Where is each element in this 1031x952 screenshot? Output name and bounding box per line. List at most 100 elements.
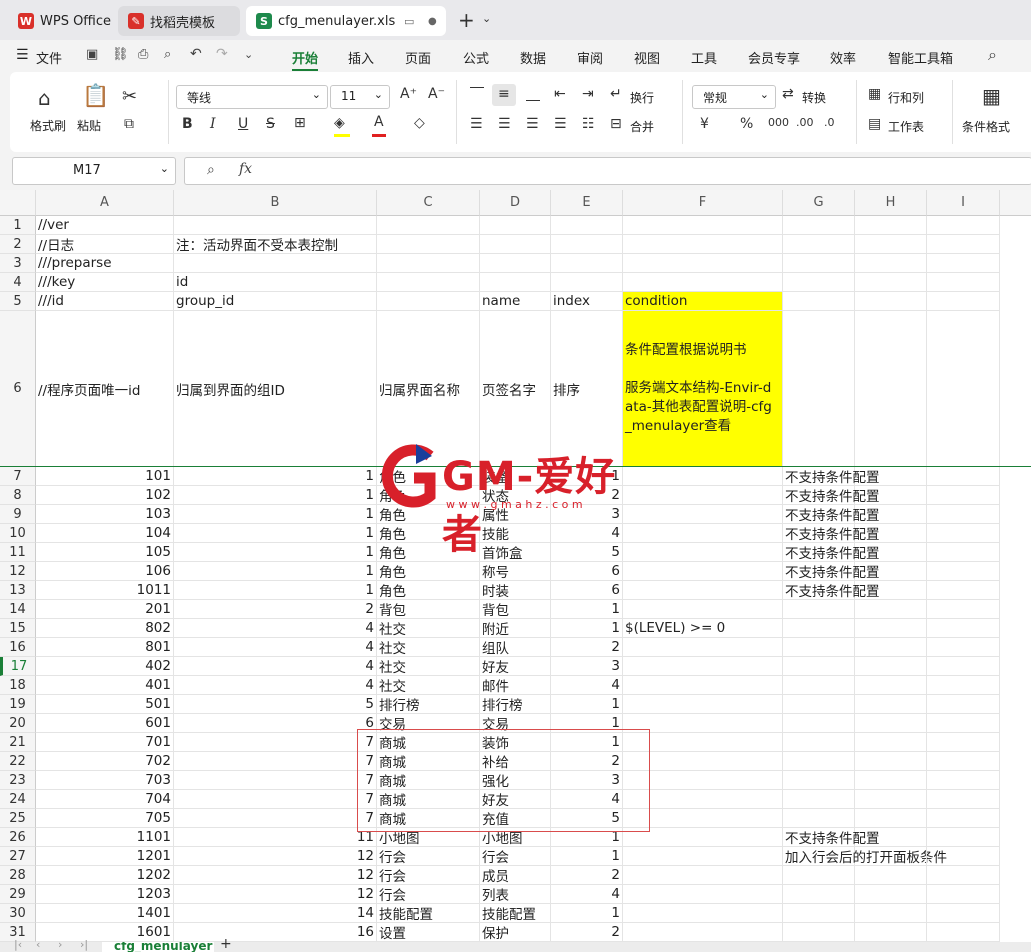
cell-D15[interactable]: 附近 [480, 619, 551, 638]
cell-B13[interactable]: 1 [174, 581, 377, 600]
cell-B15[interactable]: 4 [174, 619, 377, 638]
spreadsheet-grid[interactable]: ABCDEFGHI 1//ver 2//日志 注：活动界面不受本表控制 3///pre… [0, 190, 1031, 942]
cell-C12[interactable]: 角色 [377, 562, 480, 581]
cell-B3[interactable] [174, 254, 377, 273]
cell-A22[interactable]: 702 [36, 752, 174, 771]
increase-decimal-icon[interactable]: .00 [796, 116, 814, 129]
menu-efficiency[interactable]: 效率 [830, 48, 856, 67]
row-header[interactable]: 14 [0, 600, 36, 619]
row-header[interactable]: 8 [0, 486, 36, 505]
cell-E30[interactable]: 1 [551, 904, 623, 923]
cell-A1[interactable]: //ver [36, 216, 174, 235]
column-header-D[interactable]: D [480, 190, 551, 216]
paste-icon[interactable]: 📋 [82, 84, 109, 109]
cell-G28[interactable] [783, 866, 855, 885]
formula-input[interactable]: ⌕ fx [184, 157, 1031, 185]
cell-B30[interactable]: 14 [174, 904, 377, 923]
cell-A7[interactable]: 101 [36, 467, 174, 486]
indent-increase-icon[interactable]: ⇥ [582, 86, 594, 102]
cell-G9[interactable]: 不支持条件配置 [783, 505, 880, 524]
cell-I23[interactable] [927, 771, 1000, 790]
cell-B17[interactable]: 4 [174, 657, 377, 676]
cell-G15[interactable] [783, 619, 855, 638]
cell-C1[interactable] [377, 216, 480, 235]
column-header-E[interactable]: E [551, 190, 623, 216]
cell-B19[interactable]: 5 [174, 695, 377, 714]
cell-I31[interactable] [927, 923, 1000, 942]
cell-I14[interactable] [927, 600, 1000, 619]
row-header[interactable]: 12 [0, 562, 36, 581]
cell-H30[interactable] [855, 904, 927, 923]
cell-H8[interactable] [855, 486, 927, 505]
cell-D28[interactable]: 成员 [480, 866, 551, 885]
cell-B6[interactable]: 归属到界面的组ID [174, 311, 377, 467]
cell-E15[interactable]: 1 [551, 619, 623, 638]
hamburger-icon[interactable]: ☰ [16, 47, 29, 63]
cell-A2[interactable]: //日志 [36, 235, 174, 254]
cell-H19[interactable] [855, 695, 927, 714]
row-header[interactable]: 30 [0, 904, 36, 923]
cell-D12[interactable]: 称号 [480, 562, 551, 581]
cell-H4[interactable] [855, 273, 927, 292]
cell-F27[interactable] [623, 847, 783, 866]
name-box[interactable]: M17 ⌄ [12, 157, 176, 185]
column-header-I[interactable]: I [927, 190, 1000, 216]
cell-A6[interactable]: //程序页面唯一id [36, 311, 174, 467]
cell-G18[interactable] [783, 676, 855, 695]
column-header-B[interactable]: B [174, 190, 377, 216]
menu-page[interactable]: 页面 [405, 48, 431, 67]
cell-B29[interactable]: 12 [174, 885, 377, 904]
cell-E27[interactable]: 1 [551, 847, 623, 866]
decrease-decimal-icon[interactable]: .0 [824, 116, 835, 129]
cell-I20[interactable] [927, 714, 1000, 733]
cell-H29[interactable] [855, 885, 927, 904]
cell-I1[interactable] [927, 216, 1000, 235]
cell-I7[interactable] [927, 467, 1000, 486]
cell-G13[interactable]: 不支持条件配置 [783, 581, 880, 600]
bold-button[interactable]: B [182, 116, 193, 132]
cell-C13[interactable]: 角色 [377, 581, 480, 600]
row-header[interactable]: 16 [0, 638, 36, 657]
align-right-icon[interactable]: ☰ [526, 116, 539, 132]
cell-E3[interactable] [551, 254, 623, 273]
cell-I10[interactable] [927, 524, 1000, 543]
cell-H26[interactable] [855, 828, 927, 847]
cell-G5[interactable] [783, 292, 855, 311]
cell-A8[interactable]: 102 [36, 486, 174, 505]
align-left-icon[interactable]: ☰ [470, 116, 483, 132]
cell-G3[interactable] [783, 254, 855, 273]
row-header[interactable]: 19 [0, 695, 36, 714]
cell-H31[interactable] [855, 923, 927, 942]
menu-home[interactable]: 开始 [292, 48, 318, 67]
tab-spreadsheet[interactable]: S cfg_menulayer.xls ▭ ● [246, 6, 446, 36]
distributed-icon[interactable]: ☷ [582, 116, 595, 132]
cell-I26[interactable] [927, 828, 1000, 847]
cell-H3[interactable] [855, 254, 927, 273]
cell-C17[interactable]: 社交 [377, 657, 480, 676]
cell-G31[interactable] [783, 923, 855, 942]
cell-G8[interactable]: 不支持条件配置 [783, 486, 880, 505]
cell-F4[interactable] [623, 273, 783, 292]
cell-A28[interactable]: 1202 [36, 866, 174, 885]
cell-G6[interactable] [783, 311, 855, 467]
cell-B21[interactable]: 7 [174, 733, 377, 752]
zoom-icon[interactable]: ⌕ [207, 162, 215, 178]
row-header[interactable]: 25 [0, 809, 36, 828]
cell-B24[interactable]: 7 [174, 790, 377, 809]
cell-F30[interactable] [623, 904, 783, 923]
cell-G29[interactable] [783, 885, 855, 904]
cell-I18[interactable] [927, 676, 1000, 695]
menu-tools[interactable]: 工具 [691, 48, 717, 67]
cell-F19[interactable] [623, 695, 783, 714]
row-header[interactable]: 13 [0, 581, 36, 600]
cell-A14[interactable]: 201 [36, 600, 174, 619]
cell-H7[interactable] [855, 467, 927, 486]
cell-H6[interactable] [855, 311, 927, 467]
cell-G23[interactable] [783, 771, 855, 790]
prev-sheet-icon[interactable]: ‹ [36, 938, 40, 951]
column-header-H[interactable]: H [855, 190, 927, 216]
cell-B23[interactable]: 7 [174, 771, 377, 790]
cell-D29[interactable]: 列表 [480, 885, 551, 904]
cell-G1[interactable] [783, 216, 855, 235]
cell-E5[interactable]: index [551, 292, 623, 311]
